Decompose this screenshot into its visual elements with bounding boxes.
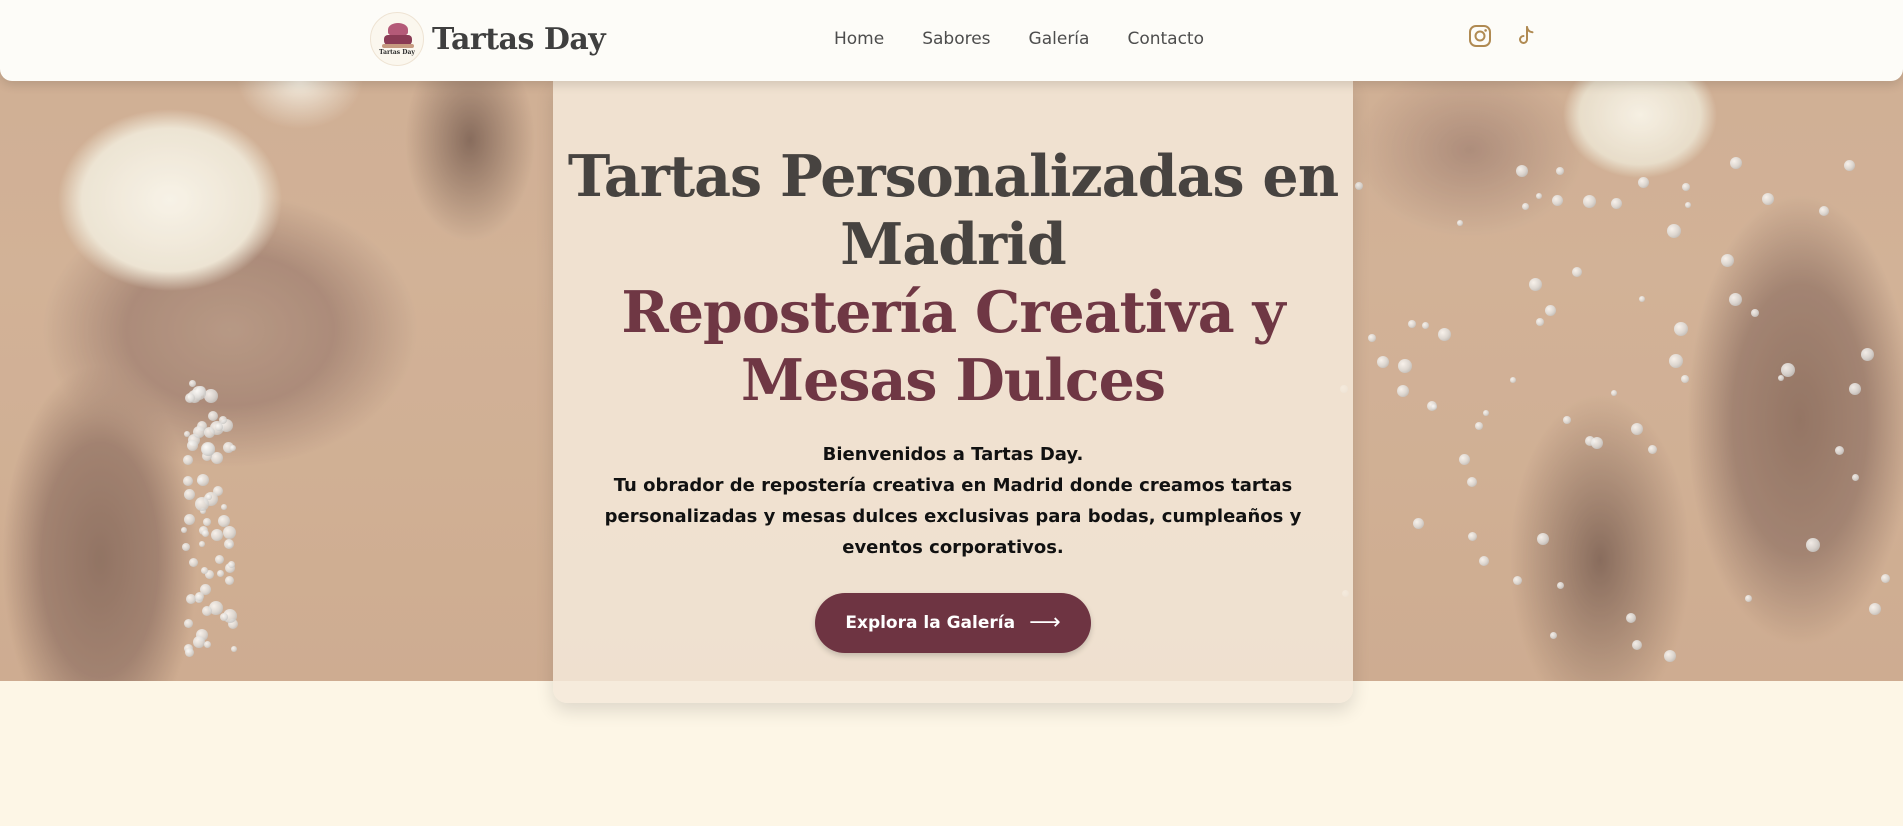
nav-item-home[interactable]: Home	[834, 29, 884, 49]
nav-item-contacto[interactable]: Contacto	[1127, 29, 1204, 49]
hero-welcome: Bienvenidos a Tartas Day.	[822, 444, 1084, 465]
hero-card: Tartas Personalizadas en Madrid Reposter…	[553, 81, 1353, 703]
nav-item-galeria[interactable]: Galería	[1029, 29, 1090, 49]
logo-link[interactable]: Tartas Day Tartas Day	[370, 12, 606, 66]
social-links	[1468, 24, 1538, 48]
hero-title-line2: Repostería Creativa y Mesas Dulces	[621, 279, 1285, 414]
instagram-icon[interactable]	[1468, 24, 1492, 48]
nav-item-sabores[interactable]: Sabores	[922, 29, 990, 49]
hero-description: Bienvenidos a Tartas Day. Tu obrador de …	[593, 439, 1313, 563]
logo-icon: Tartas Day	[370, 12, 424, 66]
arrow-right-icon: ⟶	[1029, 610, 1061, 635]
tiktok-icon[interactable]	[1514, 24, 1538, 48]
main-nav: Home Sabores Galería Contacto	[834, 29, 1204, 49]
explore-gallery-label: Explora la Galería	[845, 613, 1016, 633]
explore-gallery-button[interactable]: Explora la Galería ⟶	[815, 593, 1091, 653]
hero-title-line1: Tartas Personalizadas en Madrid	[567, 143, 1339, 278]
hero-description-text: Tu obrador de repostería creativa en Mad…	[604, 475, 1302, 558]
hero-title: Tartas Personalizadas en Madrid Reposter…	[553, 143, 1353, 415]
logo-badge-text: Tartas Day	[379, 49, 415, 56]
brand-name: Tartas Day	[432, 21, 606, 57]
site-header: Tartas Day Tartas Day Home Sabores Galer…	[0, 0, 1903, 81]
